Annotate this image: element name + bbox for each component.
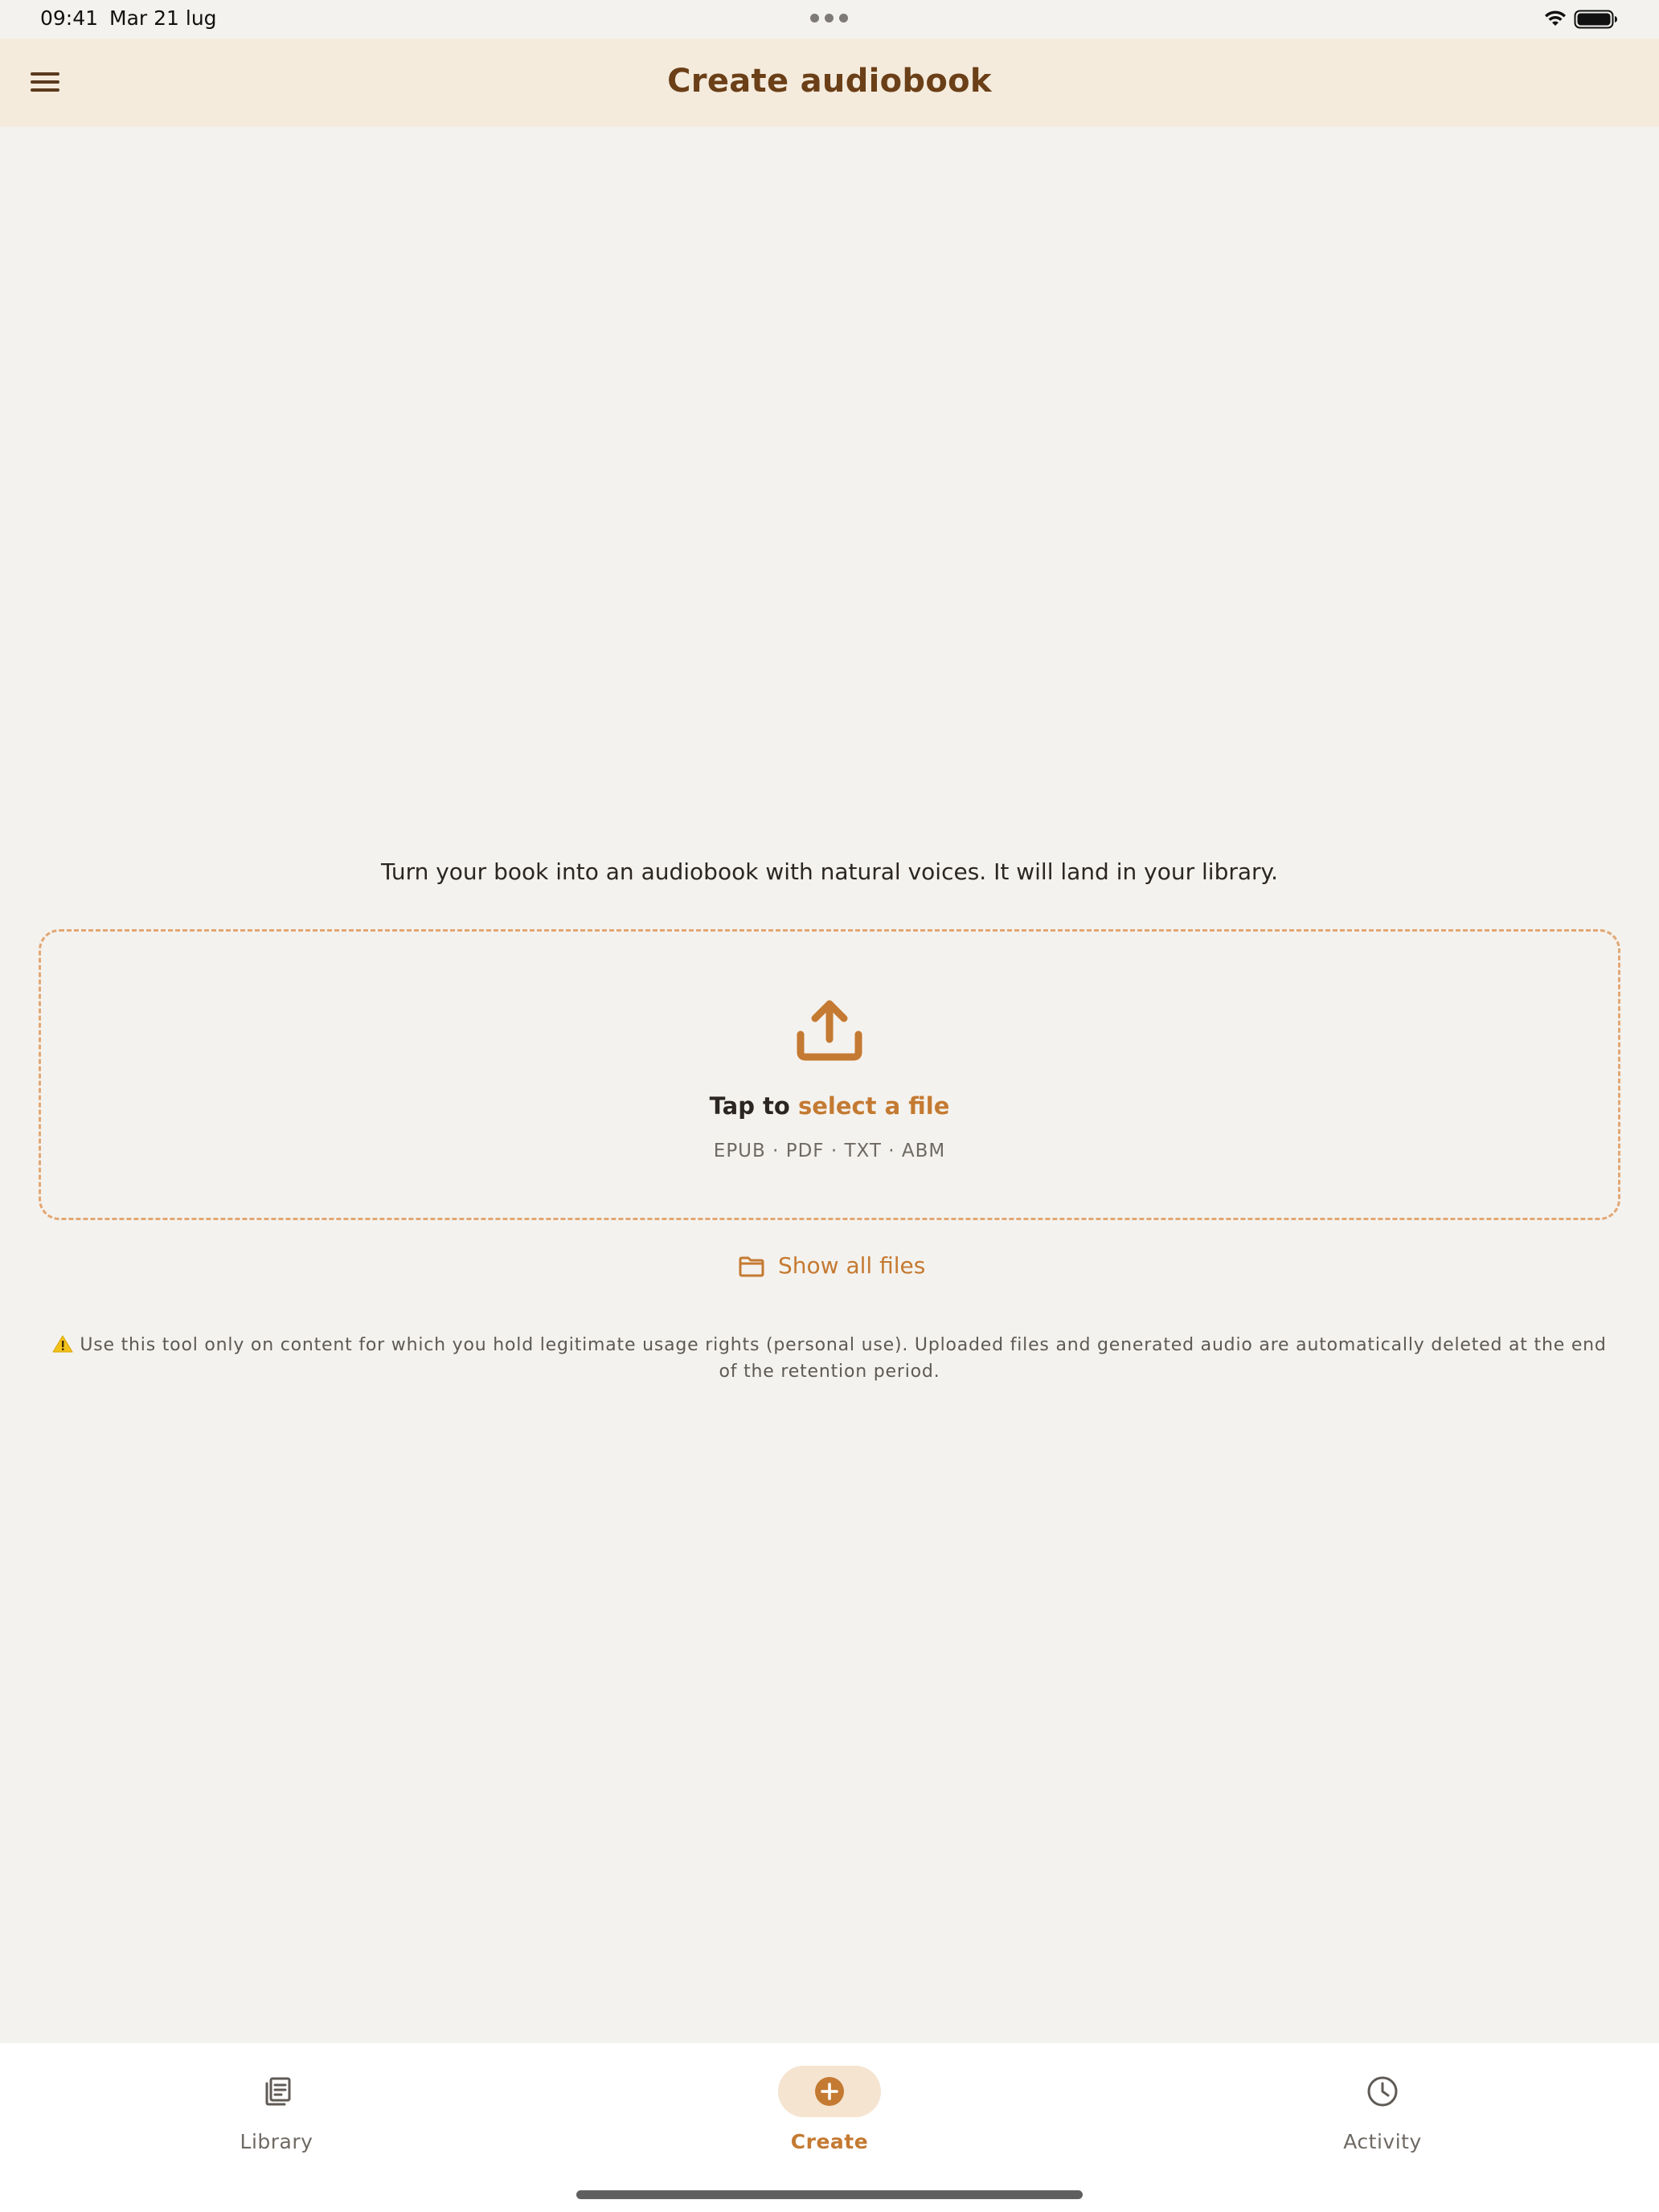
intro-text: Turn your book into an audiobook with na… xyxy=(380,858,1279,885)
library-icon xyxy=(265,2077,291,2106)
notice-text: Use this tool only on content for which … xyxy=(80,1335,1607,1382)
status-date: Mar 21 lug xyxy=(109,6,217,30)
status-bar: 09:41 Mar 21 lug xyxy=(0,0,1659,39)
bottom-navigation: Library Create Activity xyxy=(0,2043,1659,2212)
add-circle-icon xyxy=(815,2077,844,2106)
nav-library-icon-container xyxy=(225,2066,328,2117)
status-time: 09:41 xyxy=(40,6,99,30)
wifi-icon xyxy=(1545,10,1566,26)
nav-create-icon-container xyxy=(778,2066,881,2117)
folder-icon xyxy=(739,1256,764,1277)
clock-icon xyxy=(1367,2076,1398,2107)
usage-notice: Use this tool only on content for which … xyxy=(48,1332,1611,1385)
show-all-files-button[interactable]: Show all files xyxy=(735,1249,928,1286)
battery-icon xyxy=(1574,10,1617,29)
upload-icon xyxy=(797,1000,862,1061)
home-indicator[interactable] xyxy=(576,2190,1083,2199)
screen: 09:41 Mar 21 lug Create audiobook Turn y… xyxy=(0,0,1659,2212)
nav-activity-label: Activity xyxy=(1343,2130,1422,2153)
supported-formats: EPUB · PDF · TXT · ABM xyxy=(713,1141,946,1161)
nav-create[interactable]: Create xyxy=(733,2066,926,2162)
file-dropzone[interactable]: Tap to select a file EPUB · PDF · TXT · … xyxy=(39,929,1620,1220)
tap-to-select: Tap to select a file xyxy=(41,1092,1618,1120)
app-bar: Create audiobook xyxy=(0,39,1659,127)
more-dots-icon[interactable] xyxy=(810,14,849,23)
select-file-link[interactable]: select a file xyxy=(798,1092,949,1120)
warning-icon xyxy=(52,1335,73,1353)
nav-activity-icon-container xyxy=(1331,2066,1434,2117)
nav-library[interactable]: Library xyxy=(180,2066,373,2162)
nav-library-label: Library xyxy=(240,2130,313,2153)
page-title: Create audiobook xyxy=(667,63,992,100)
show-all-files-label: Show all files xyxy=(778,1252,926,1279)
nav-create-label: Create xyxy=(790,2130,869,2153)
tap-prefix: Tap to xyxy=(709,1092,790,1120)
nav-activity[interactable]: Activity xyxy=(1286,2066,1479,2162)
